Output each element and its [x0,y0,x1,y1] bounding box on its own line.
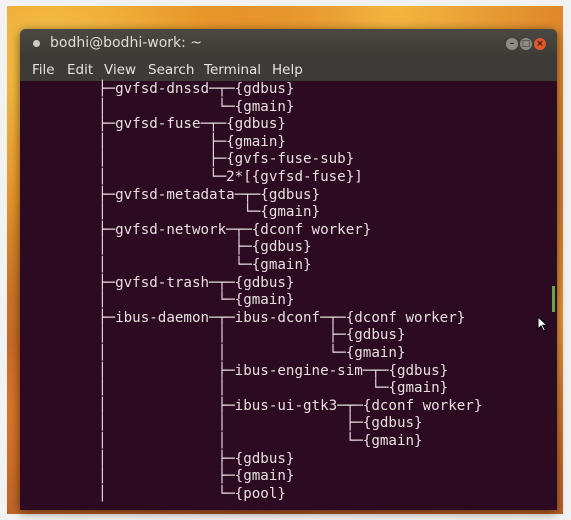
terminal-output[interactable]: ├─gvfsd-dnssd─┬─{gdbus} │ └─{gmain} ├─gv… [20,81,557,510]
arrow-cursor-icon [537,316,549,332]
terminal-line: │ ├─{gmain} [98,468,295,485]
terminal-line: │ ├─ibus-ui-gtk3─┬─{dconf worker} [98,397,483,414]
menu-view[interactable]: View [104,62,136,78]
terminal-line: │ └─{gmain} [98,204,321,221]
terminal-line: │ └─{pool} [98,485,286,502]
terminal-line: │ ├─{gvfs-fuse-sub} [98,151,355,168]
terminal-line: │ └─2*[{gvfsd-fuse}] [98,169,363,185]
window-title: bodhi@bodhi-work: ~ [50,35,203,51]
terminal-line: │ ├─ibus-engine-sim─┬─{gdbus} [98,362,449,379]
terminal-line: │ ├─{gdbus} [98,239,312,256]
terminal-line: ├─gvfsd-network─┬─{dconf worker} [98,221,372,238]
terminal-line: ├─gvfsd-trash─┬─{gdbus} [98,274,295,291]
menu-terminal[interactable]: Terminal [204,62,261,78]
terminal-line: │ └─{gmain} [98,98,295,115]
maximize-button[interactable]: □ [520,38,532,50]
window-menu-dot-icon[interactable] [33,40,40,47]
menu-edit[interactable]: Edit [67,62,93,78]
terminal-line: │ │ ├─{gdbus} [98,415,423,432]
scrollbar-indicator[interactable] [552,286,555,312]
terminal-line: │ └─{gmain} [98,292,295,309]
terminal-line: │ │ └─{gmain} [98,433,423,449]
terminal-line: │ └─{gmain} [98,257,312,273]
menu-file[interactable]: File [32,62,55,78]
terminal-line: │ │ └─{gmain} [98,380,449,397]
menu-search[interactable]: Search [148,62,194,78]
title-bar: bodhi@bodhi-work: ~ – □ × [20,29,557,59]
terminal-line: ├─ibus-daemon─┬─ibus-dconf─┬─{dconf work… [98,309,466,326]
terminal-line: │ ├─{gdbus} [98,450,295,467]
menu-bar: File Edit View Search Terminal Help [20,59,557,81]
minimize-button[interactable]: – [506,38,518,50]
terminal-window: bodhi@bodhi-work: ~ – □ × File Edit View… [20,29,557,510]
terminal-line: ├─gvfsd-metadata─┬─{gdbus} [98,186,321,203]
terminal-line: │ │ ├─{gdbus} [98,327,406,344]
terminal-line: │ ├─{gmain} [98,133,286,150]
terminal-line: │ │ └─{gmain} [98,345,406,361]
terminal-line: ├─gvfsd-dnssd─┬─{gdbus} [98,81,295,97]
close-button[interactable]: × [534,38,546,50]
terminal-line: ├─gvfsd-fuse─┬─{gdbus} [98,116,286,133]
menu-help[interactable]: Help [272,62,303,78]
